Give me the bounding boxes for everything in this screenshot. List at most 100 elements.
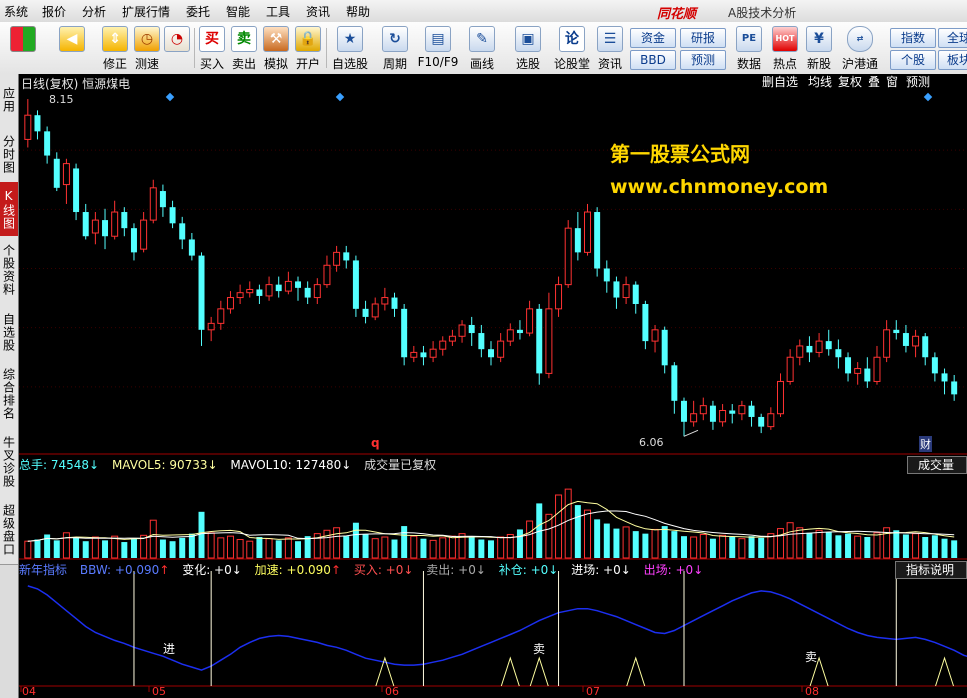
open-account-button[interactable]: 🔒 开户 xyxy=(292,24,324,72)
tab-stock-profile[interactable]: 个股资料 xyxy=(0,236,18,305)
pe-icon: PE xyxy=(736,26,762,52)
clock-icon: ◷ xyxy=(134,26,160,52)
volume-bar xyxy=(912,533,920,559)
f10-button[interactable]: ▤ F10/F9 xyxy=(416,24,460,72)
buy-icon: 买 xyxy=(199,26,225,52)
event-q-marker[interactable]: q xyxy=(371,436,380,450)
menu-quote[interactable]: 报价 xyxy=(42,3,66,20)
menu-news[interactable]: 资讯 xyxy=(306,3,330,20)
candle-body xyxy=(748,405,755,417)
volume-bar xyxy=(188,533,195,558)
buy-button[interactable]: 买 买入 xyxy=(196,24,228,72)
menu-help[interactable]: 帮助 xyxy=(346,3,370,20)
volume-bar xyxy=(806,532,813,558)
bbd-button[interactable]: BBD xyxy=(630,50,676,70)
tab-kline[interactable]: K线图 xyxy=(0,182,18,237)
single-stock-button[interactable]: 个股 xyxy=(890,50,936,70)
volume-bar xyxy=(690,536,698,559)
fix-button[interactable]: ⇕ 修正 xyxy=(98,24,132,72)
hotspot-button[interactable]: HOT 热点 xyxy=(768,24,802,72)
sell-signal-triangle xyxy=(500,656,520,687)
sell-button[interactable]: 卖 卖出 xyxy=(228,24,260,72)
simulate-button[interactable]: ⚒ 模拟 xyxy=(260,24,292,72)
volume-bar xyxy=(410,535,418,559)
tab-super-panel[interactable]: 超级盘口 xyxy=(0,496,18,565)
volume-bar xyxy=(632,531,639,558)
volume-bar xyxy=(854,535,862,559)
volume-bar xyxy=(91,536,99,559)
speedtest-button[interactable]: ◷ 测速 xyxy=(130,24,164,72)
menu-tools[interactable]: 工具 xyxy=(266,3,290,20)
windows-logo-icon xyxy=(10,26,36,52)
candle-body xyxy=(439,340,447,350)
sector-button[interactable]: 板块 xyxy=(938,50,967,70)
index-button[interactable]: 指数 xyxy=(890,28,936,48)
period-button[interactable]: ↻ 周期 xyxy=(374,24,416,72)
menu-order[interactable]: 委托 xyxy=(186,3,210,20)
back-button[interactable]: ◀ xyxy=(52,24,92,72)
candle-body xyxy=(111,211,119,237)
remove-watchlist-button[interactable]: 删自选 xyxy=(761,75,799,90)
adjust-button[interactable]: 复权 xyxy=(837,75,863,90)
speedtest-button-2[interactable]: ◔ xyxy=(160,24,194,72)
ma-button[interactable]: 均线 xyxy=(807,75,833,90)
forum-button[interactable]: 论 论股堂 xyxy=(552,24,592,72)
tab-watchlist[interactable]: 自选股 xyxy=(0,304,18,361)
candle-body xyxy=(709,405,716,422)
menu-system[interactable]: 系统 xyxy=(4,3,28,20)
mavol5-value: MAVOL5: 90733↓ xyxy=(111,458,218,472)
candle-body xyxy=(295,281,302,288)
data-button[interactable]: PE 数据 xyxy=(732,24,766,72)
candle-body xyxy=(951,381,958,395)
menu-smart[interactable]: 智能 xyxy=(226,3,250,20)
tab-ranking[interactable]: 综合排名 xyxy=(0,360,18,429)
news-button[interactable]: ☰ 资讯 xyxy=(594,24,626,72)
candle-body xyxy=(82,212,89,237)
global-button[interactable]: 全球 xyxy=(938,28,967,48)
watchlist-button[interactable]: ★ 自选股 xyxy=(328,24,372,72)
draw-line-button[interactable]: ✎ 画线 xyxy=(462,24,502,72)
volume-dropdown[interactable]: 成交量 xyxy=(906,456,967,474)
financial-event-marker[interactable]: 财 xyxy=(919,436,932,452)
gavel-icon: ⚒ xyxy=(263,26,289,52)
toolbar-separator xyxy=(194,28,195,68)
tab-apps[interactable]: 应用 xyxy=(0,74,18,127)
windows-button[interactable] xyxy=(8,24,38,72)
indicator-help-button[interactable]: 指标说明 xyxy=(894,561,967,579)
bbw-line xyxy=(27,585,967,671)
chart-area[interactable]: 日线(复权) 恒源煤电 删自选 均线 复权 叠 窗 预测 8.15 6.06 q… xyxy=(19,74,967,698)
candle-body xyxy=(594,212,601,269)
candle-body xyxy=(796,345,804,358)
kline-chart-svg[interactable] xyxy=(19,74,967,698)
candle-body xyxy=(44,131,51,156)
ipo-button[interactable]: ¥ 新股 xyxy=(802,24,836,72)
candle-body xyxy=(102,220,109,237)
volume-bar xyxy=(767,533,775,559)
window-button[interactable]: 窗 xyxy=(885,75,899,90)
volume-bar xyxy=(207,532,215,559)
menu-analysis[interactable]: 分析 xyxy=(82,3,106,20)
volume-bar xyxy=(343,536,350,558)
candle-body xyxy=(584,211,591,253)
volume-bar xyxy=(62,532,70,559)
indicator-name[interactable]: 新年指标 xyxy=(19,563,67,577)
forecast-button[interactable]: 预测 xyxy=(680,50,726,70)
volume-bar xyxy=(420,538,427,558)
hk-connect-button[interactable]: ⇄ 沪港通 xyxy=(838,24,882,72)
candle-body xyxy=(690,413,698,423)
research-button[interactable]: 研报 xyxy=(680,28,726,48)
tab-intraday[interactable]: 分时图 xyxy=(0,126,18,183)
volume-bar xyxy=(776,528,784,559)
volume-bar xyxy=(902,534,909,558)
tab-diagnosis[interactable]: 牛叉诊股 xyxy=(0,428,18,497)
back-arrow-icon: ◀ xyxy=(59,26,85,52)
candle-body xyxy=(130,228,137,253)
candle-body xyxy=(333,251,341,266)
stock-picker-button[interactable]: ▣ 选股 xyxy=(508,24,548,72)
volume-bar xyxy=(622,526,630,559)
overlay-button[interactable]: 叠 xyxy=(867,75,881,90)
funds-button[interactable]: 资金 xyxy=(630,28,676,48)
forecast-chart-button[interactable]: 预测 xyxy=(905,75,931,90)
candle-body xyxy=(91,219,99,234)
menu-extended[interactable]: 扩展行情 xyxy=(122,3,170,20)
